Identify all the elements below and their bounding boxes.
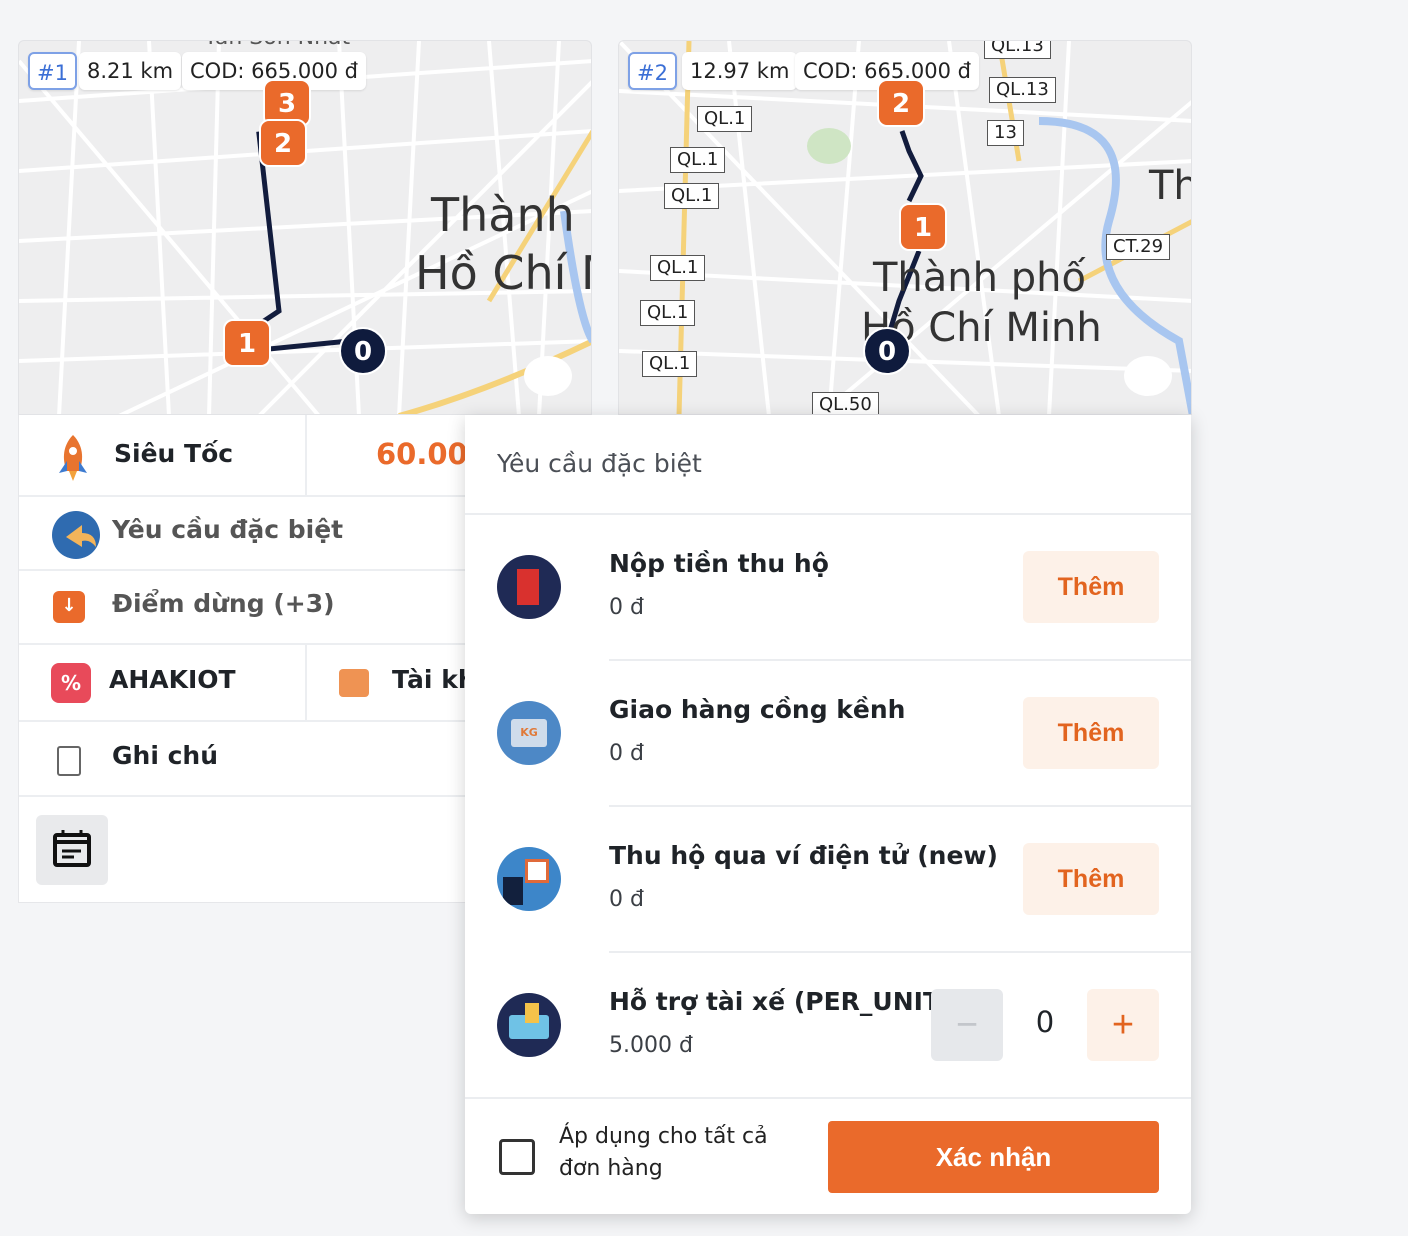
map-city-label: Thành p [431,188,591,242]
popup-title: Yêu cầu đặc biệt [465,415,1191,515]
special-request-item: KG Giao hàng cồng kềnh 0 đ Thêm [465,661,1191,807]
map-city-label: Hồ Chí M [415,246,591,300]
driver-support-icon [497,993,561,1057]
schedule-button[interactable] [36,815,108,885]
route-map-2[interactable]: Thành phố Hồ Chí Minh Th QL.13 QL.13 13 … [618,40,1192,415]
item-name: Thu hộ qua ví điện tử (new) [609,841,998,870]
discount-tag-icon: % [51,663,91,703]
rocket-icon [51,433,95,481]
start-pin[interactable]: 0 [863,327,911,375]
confirm-button[interactable]: Xác nhận [828,1121,1159,1193]
map-control[interactable] [524,356,572,396]
road-label: 13 [987,120,1024,146]
bulky-package-icon: KG [497,701,561,765]
special-request-item: Thu hộ qua ví điện tử (new) 0 đ Thêm [465,807,1191,953]
special-request-label: Yêu cầu đặc biệt [112,515,344,544]
special-request-popup: Yêu cầu đặc biệt Nộp tiền thu hộ 0 đ Thê… [465,415,1191,1214]
apply-all-label[interactable]: Áp dụng cho tất cả đơn hàng [559,1121,799,1185]
item-price: 0 đ [609,887,644,912]
item-name: Nộp tiền thu hộ [609,549,829,578]
route-distance: 12.97 km [682,52,798,90]
add-button[interactable]: Thêm [1023,697,1159,769]
special-request-item: Nộp tiền thu hộ 0 đ Thêm [465,515,1191,661]
increment-button[interactable]: + [1087,989,1159,1061]
stop-pin-1[interactable]: 1 [899,203,947,251]
item-name: Giao hàng cồng kềnh [609,695,906,724]
item-price: 0 đ [609,741,644,766]
note-icon [57,746,81,776]
cod-payment-icon [497,555,561,619]
special-request-item: Hỗ trợ tài xế (PER_UNIT) 5.000 đ − 0 + [465,953,1191,1099]
item-price: 0 đ [609,595,644,620]
route-index-badge: #2 [628,52,677,90]
route-index-badge: #1 [28,52,77,90]
popup-footer: Áp dụng cho tất cả đơn hàng Xác nhận [465,1097,1191,1214]
road-label: QL.50 [812,392,879,414]
road-label: QL.13 [984,41,1051,59]
service-name: Siêu Tốc [114,439,234,468]
stops-label: Điểm dừng (+3) [112,589,335,618]
arrow-down-icon: ↓ [53,591,85,623]
wallet-icon [339,669,369,697]
map-label-area: Tân Sơn Nhất [204,41,350,50]
add-button[interactable]: Thêm [1023,551,1159,623]
start-pin[interactable]: 0 [339,327,387,375]
qr-wallet-icon [497,847,561,911]
route-distance: 8.21 km [79,52,182,90]
promo-code: AHAKIOT [109,665,236,694]
apply-all-checkbox[interactable] [499,1139,535,1175]
item-name: Hỗ trợ tài xế (PER_UNIT) [609,987,952,1016]
map-control[interactable] [1124,356,1172,396]
item-price: 5.000 đ [609,1033,693,1058]
map-city-label: Th [1149,163,1191,209]
stop-pin-2[interactable]: 2 [259,119,307,167]
road-label: QL.1 [650,255,706,281]
road-label: QL.1 [642,351,698,377]
payment-account: Tài kh [392,665,476,694]
road-label: QL.13 [989,77,1056,103]
stop-pin-1[interactable]: 1 [223,319,271,367]
road-label: QL.1 [697,106,753,132]
quantity-value: 0 [1035,1005,1055,1039]
add-button[interactable]: Thêm [1023,843,1159,915]
calendar-icon [53,830,91,867]
special-request-icon [52,511,100,559]
road-label: QL.1 [664,183,720,209]
note-label: Ghi chú [112,741,219,770]
road-label: CT.29 [1106,234,1171,260]
road-label: QL.1 [670,147,726,173]
road-label: QL.1 [640,300,696,326]
route-map-1[interactable]: Tân Sơn Nhất Thành p Hồ Chí M #1 8.21 km… [18,40,592,415]
decrement-button[interactable]: − [931,989,1003,1061]
stop-pin-2[interactable]: 2 [877,79,925,127]
